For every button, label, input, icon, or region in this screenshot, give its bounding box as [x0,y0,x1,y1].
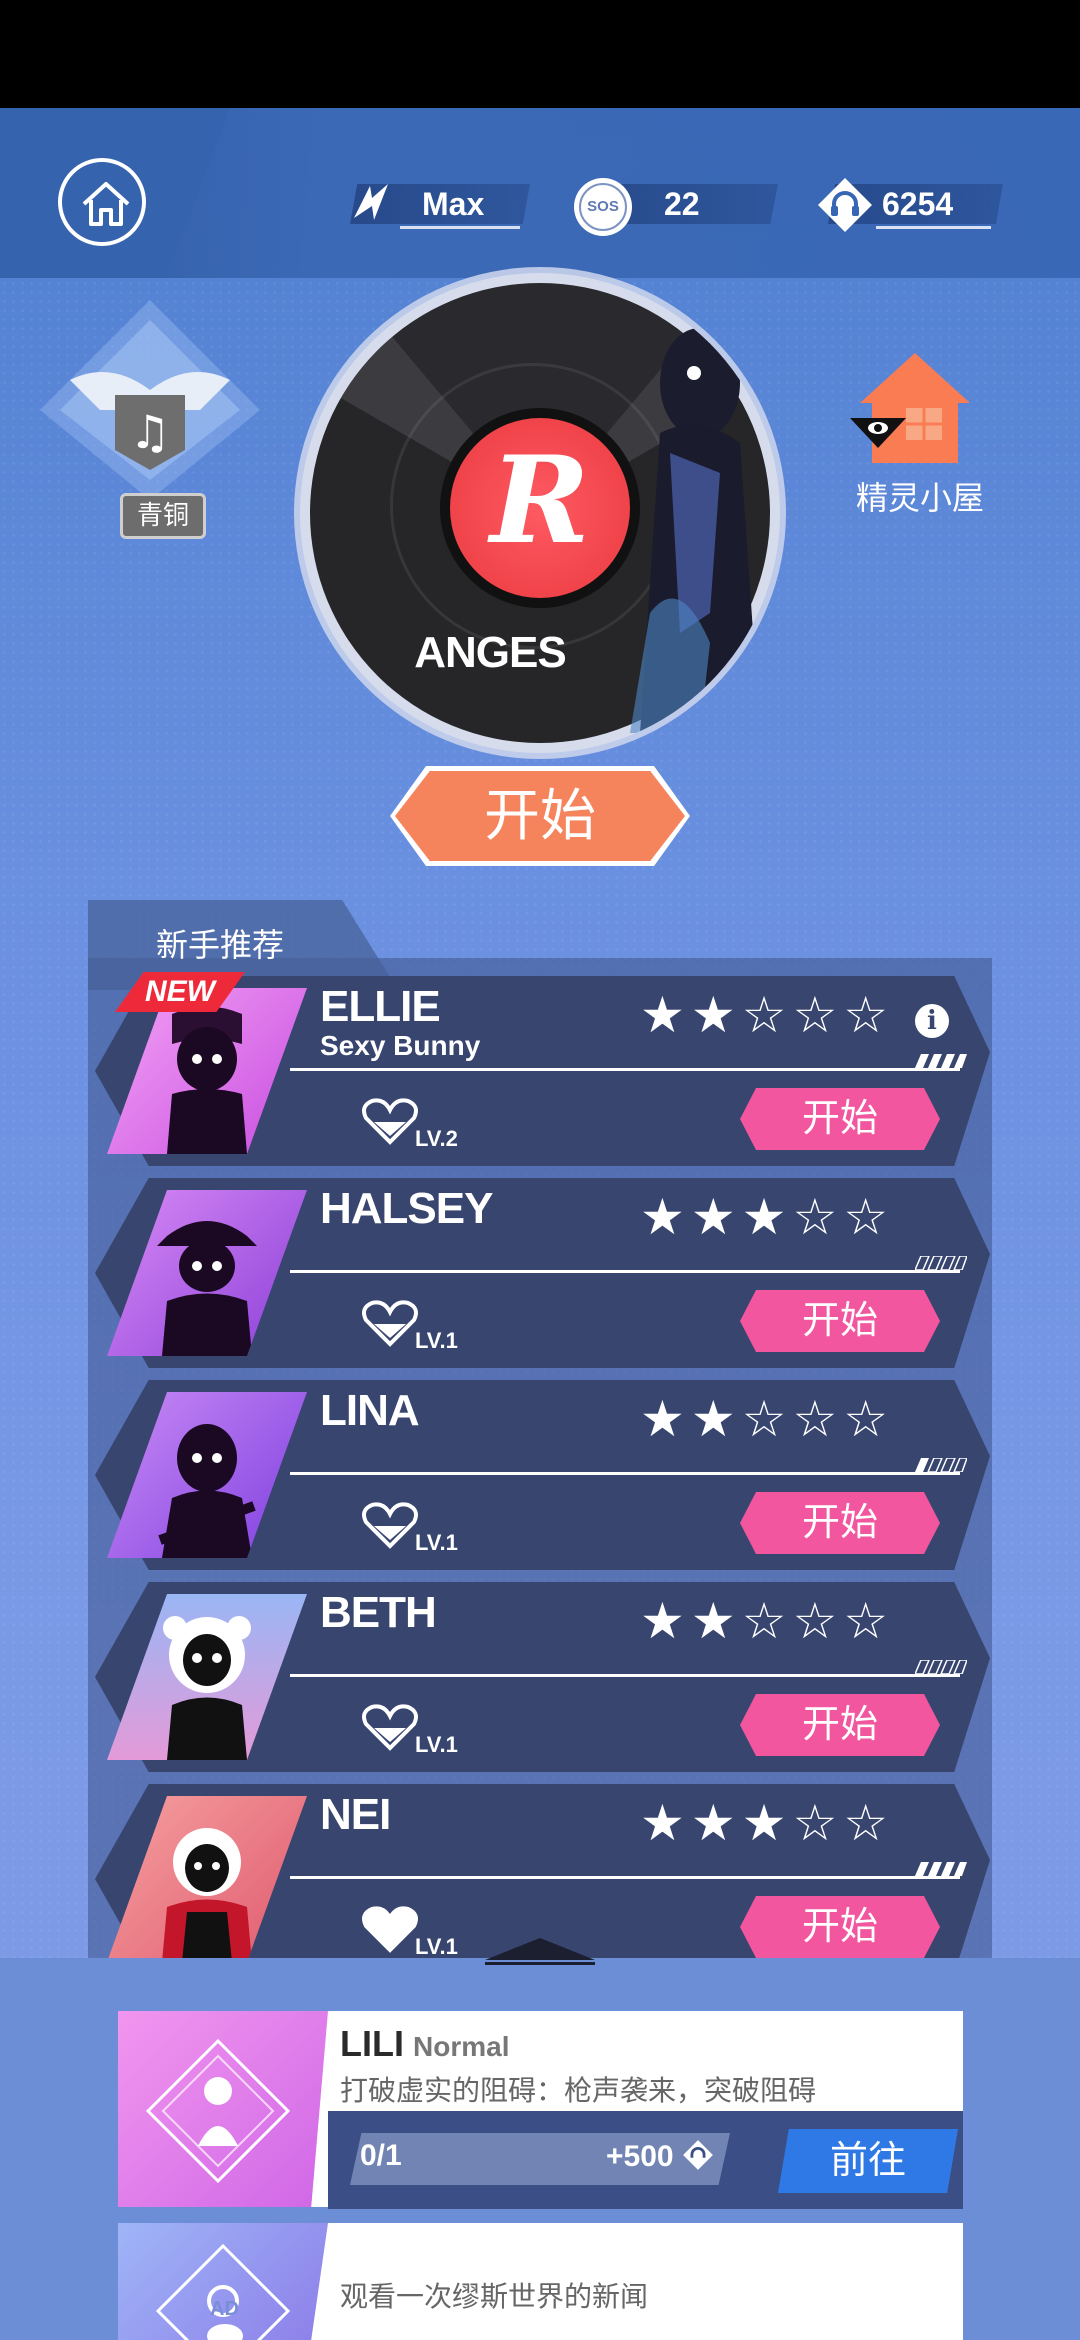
ellie-silhouette-icon [167,1006,247,1154]
svg-text:♫: ♫ [129,405,170,459]
headphone-currency-icon [683,2140,713,2170]
character-subtitle: Sexy Bunny [320,1030,481,1061]
difficulty-stars: ★★☆☆☆ [640,1593,895,1649]
house-icon[interactable] [850,348,980,468]
energy-stat[interactable]: Max [340,178,530,229]
energy-value: Max [422,186,485,222]
slash-indicator-icon [915,1660,967,1674]
disc-logo-letter: R [490,430,590,571]
start-button[interactable]: 开始 [740,1694,940,1756]
start-button[interactable]: 开始 [740,1088,940,1150]
level-label: LV.1 [415,1328,458,1353]
heart-icon [362,1300,418,1347]
character-card-ellie[interactable]: NEW ELLIE Sexy Bunny ★★☆☆☆ i LV.2 开始 [95,972,990,1166]
start-button[interactable]: 开始 [740,1896,940,1958]
rank-emblem-icon: ♫ [40,300,260,500]
rank-label: 青铜 [120,493,206,539]
home-button[interactable] [58,158,146,246]
level-label: LV.1 [415,1530,458,1555]
task-card-news[interactable]: AD 观看一次缪斯世界的新闻 [118,2223,963,2340]
house-label: 精灵小屋 [855,480,984,516]
start-button-label: 开始 [484,784,596,847]
card-divider [290,1674,960,1677]
main-start-button[interactable]: 开始 [390,766,690,866]
card-divider [290,1876,960,1879]
sos-icon: SOS [574,178,632,236]
status-bar [0,0,1080,108]
task-card-lili[interactable]: LILI Normal 打破虚实的阻碍：枪声袭来，突破阻碍 0/1 +500 前… [118,2011,963,2209]
info-icon[interactable]: i [915,1004,949,1038]
character-name: BETH [320,1588,437,1637]
difficulty-stars: ★★★☆☆ [640,1795,895,1851]
task-thumbnail: AD [118,2223,328,2340]
slash-indicator-icon [915,1054,967,1068]
character-card-halsey[interactable]: HALSEY ★★★☆☆ LV.1 开始 [95,1178,990,1368]
sos-stat[interactable]: SOS 22 [574,178,779,236]
start-button[interactable]: 开始 [740,1290,940,1352]
headphone-currency-icon [818,178,872,232]
lina-silhouette-icon [158,1424,256,1558]
heart-icon [362,1906,418,1953]
level-label: LV.1 [415,1934,458,1959]
slash-indicator-icon [915,1458,967,1472]
character-name: ELLIE [320,982,441,1031]
halsey-silhouette-icon [157,1221,257,1356]
task-progress-text: 0/1 [360,2139,402,2172]
song-disc[interactable]: R ANGES [300,273,780,753]
level-label: LV.2 [415,1126,458,1151]
home-icon [82,182,130,226]
difficulty-stars: ★★☆☆☆ [640,1391,895,1447]
slash-indicator-icon [915,1862,967,1876]
energy-underline [400,226,520,229]
game-screen: Max SOS 22 6254 ♫ 青铜 R ANGES 精灵小屋 开始 新手推… [0,108,1080,2340]
character-card-beth[interactable]: BETH ★★☆☆☆ LV.1 开始 [95,1582,990,1772]
lightning-icon [354,184,388,220]
card-divider [290,1270,960,1273]
card-divider [290,1472,960,1475]
task-description: 观看一次缪斯世界的新闻 [340,2281,649,2312]
task-title: LILI [340,2023,404,2064]
task-description: 打破虚实的阻碍：枪声袭来，突破阻碍 [340,2075,817,2106]
song-title: ANGES [414,628,566,677]
currency-underline [876,226,991,229]
news-ad-icon [155,2243,291,2340]
go-button[interactable]: 前往 [778,2129,958,2193]
ad-badge: AD [210,2298,239,2320]
character-card-lina[interactable]: LINA ★★☆☆☆ LV.1 开始 [95,1380,990,1570]
beth-silhouette-icon [163,1616,251,1760]
character-name: NEI [320,1790,391,1839]
heart-icon [362,1704,418,1751]
heart-icon [362,1098,418,1145]
nei-silhouette-icon [162,1828,252,1962]
heart-icon [362,1502,418,1549]
currency-stat[interactable]: 6254 [816,178,1006,232]
character-name: HALSEY [320,1184,493,1233]
slash-indicator-icon [915,1256,967,1270]
card-divider [290,1068,960,1071]
character-name: LINA [320,1386,420,1435]
level-label: LV.1 [415,1732,458,1757]
task-difficulty: Normal [413,2031,510,2062]
collapse-arrow-icon[interactable] [480,1928,600,1968]
rank-badge[interactable]: ♫ [40,300,260,600]
lili-character-icon [145,2038,291,2184]
recommend-title: 新手推荐 [156,927,285,963]
difficulty-stars: ★★☆☆☆ [640,987,895,1043]
task-thumbnail [118,2011,328,2207]
task-reward-value: +500 [606,2140,674,2173]
task-reward: +500 [606,2139,714,2174]
difficulty-stars: ★★★☆☆ [640,1189,895,1245]
character-silhouette-icon [630,328,760,733]
start-button[interactable]: 开始 [740,1492,940,1554]
currency-value: 6254 [882,186,954,222]
sos-value: 22 [664,186,700,222]
